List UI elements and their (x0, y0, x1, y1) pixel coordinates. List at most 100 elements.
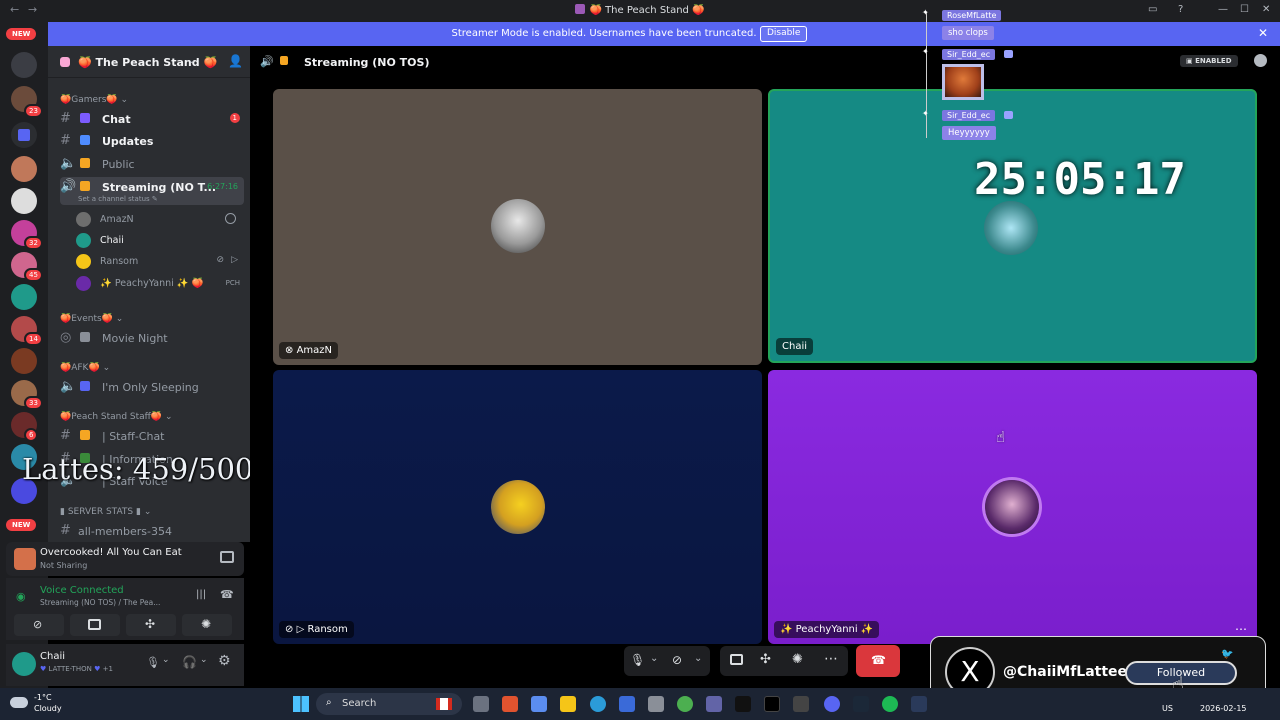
activity-panel: Overcooked! All You Can Eat Not Sharing (6, 542, 244, 576)
app-icon[interactable] (502, 696, 518, 712)
share-screen-icon[interactable] (220, 551, 234, 563)
category-stats[interactable]: ▮ SERVER STATS ▮ ⌄ (60, 507, 151, 517)
chat-message: Heyyyyyy (942, 126, 996, 140)
window-close-icon[interactable]: ✕ (1262, 4, 1270, 15)
channel-streaming[interactable]: 🔊 Streaming (NO T... 6:27:16 Set a chann… (60, 177, 244, 205)
voice-user-name: Ransom (100, 256, 139, 267)
channel-label: I'm Only Sleeping (102, 381, 199, 394)
server-icon[interactable] (11, 284, 37, 310)
voice-user[interactable]: ✨ PeachyYanni ✨ 🍑 PCH (76, 274, 244, 294)
minimize-icon[interactable]: — (1218, 4, 1228, 15)
participant-tile[interactable]: ✨ PeachyYanni ✨ ⋯ (768, 370, 1257, 644)
guild-header[interactable]: 🍑 The Peach Stand 🍑 ⌄ 👤 (48, 46, 250, 78)
vscode-icon[interactable] (619, 696, 635, 712)
hash-icon: # (60, 133, 71, 148)
channel-status-prompt[interactable]: Set a channel status ✎ (78, 195, 158, 203)
participant-tile[interactable]: ⊗ AmazN (273, 89, 762, 365)
chrome-icon[interactable] (677, 696, 693, 712)
twitter-bird-icon: 🐦 (1221, 649, 1234, 660)
chevron-down-icon: ⌄ (115, 314, 124, 324)
chevron-down-icon[interactable]: ⌄ (694, 653, 702, 664)
channel-chat[interactable]: # Chat 1 (60, 109, 244, 129)
maximize-icon[interactable]: ☐ (1240, 4, 1249, 15)
steam-icon[interactable] (853, 696, 869, 712)
more-options-icon[interactable]: ⋯ (1235, 622, 1247, 636)
server-icon[interactable] (11, 156, 37, 182)
settings-gear-icon[interactable]: ⚙ (218, 653, 231, 669)
store-icon[interactable] (648, 696, 664, 712)
disconnect-icon[interactable]: ☎ (220, 588, 234, 601)
add-member-icon[interactable]: 👤 (228, 54, 243, 68)
channel-movie-night[interactable]: ◎ Movie Night (60, 328, 244, 348)
chat-bubble-icon[interactable] (1254, 54, 1267, 67)
channel-label: Chat (102, 113, 131, 126)
disable-streamer-button[interactable]: Disable (760, 26, 808, 42)
app-icon[interactable] (531, 696, 547, 712)
inbox-icon[interactable]: ▭ (1148, 4, 1157, 15)
windows-start-icon[interactable] (293, 696, 309, 712)
participant-name-tag: ✨ PeachyYanni ✨ (774, 621, 880, 638)
language-indicator[interactable]: US (1162, 704, 1173, 713)
category-gamers[interactable]: 🍑Gamers🍑 ⌄ (60, 95, 128, 105)
server-icon[interactable] (11, 188, 37, 214)
channel-updates[interactable]: # Updates (60, 131, 244, 151)
microphone-icon[interactable]: 🎙 (630, 653, 645, 667)
channel-staff-chat[interactable]: # | Staff-Chat (60, 426, 244, 446)
voice-user-name: Chaii (100, 235, 124, 246)
voice-user[interactable]: Ransom ⊘ ▷ (76, 252, 244, 272)
banner-close-icon[interactable]: ✕ (1258, 26, 1268, 40)
server-icon[interactable] (11, 348, 37, 374)
server-icon[interactable] (11, 52, 37, 78)
more-options-icon[interactable]: ⋯ (824, 651, 838, 667)
teams-icon[interactable] (706, 696, 722, 712)
leave-call-button[interactable]: ☎ (856, 645, 900, 677)
camera-off-icon[interactable]: ⊘ (672, 653, 682, 667)
channel-label: all-members-354 (78, 525, 172, 538)
camera-off-button[interactable]: ⊘ (14, 614, 64, 636)
soundboard-button[interactable]: ✺ (182, 614, 232, 636)
peach-icon: 🍑 (101, 314, 113, 324)
soundboard-icon[interactable]: ||| (196, 589, 206, 600)
edge-icon[interactable] (590, 696, 606, 712)
spotify-icon[interactable] (882, 696, 898, 712)
category-staff[interactable]: 🍑Peach Stand Staff🍑 ⌄ (60, 412, 173, 422)
screen-share-button[interactable] (70, 614, 120, 636)
heart-icon: ♥ (94, 665, 101, 673)
guild-name: The Peach Stand (95, 56, 200, 69)
taskbar-search[interactable]: ⌕ Search (316, 693, 462, 715)
channel-public[interactable]: 🔈 Public (60, 154, 244, 174)
lock-open-icon (80, 158, 90, 168)
folder-icon[interactable] (11, 122, 37, 148)
channel-status-text: Set a channel status (78, 195, 150, 203)
voice-user[interactable]: AmazN (76, 210, 244, 230)
task-view-icon[interactable] (473, 696, 489, 712)
avatar[interactable] (12, 652, 36, 676)
activities-button[interactable]: ✣ (126, 614, 176, 636)
app-icon[interactable] (793, 696, 809, 712)
chevron-down-icon[interactable]: ⌄ (650, 653, 658, 664)
chevron-down-icon[interactable]: ⌄ (162, 655, 170, 665)
headphones-icon[interactable]: 🎧 (182, 655, 197, 669)
avatar (76, 233, 91, 248)
participant-tile[interactable]: ⊘ ▷ Ransom (273, 370, 762, 644)
channel-label: Public (102, 158, 135, 171)
activities-icon[interactable]: ✣ (760, 652, 771, 667)
app-icon[interactable] (911, 696, 927, 712)
voice-user[interactable]: Chaii (76, 231, 244, 251)
chevron-down-icon[interactable]: ⌄ (200, 655, 208, 665)
microphone-icon[interactable]: 🎙 (146, 656, 160, 669)
file-explorer-icon[interactable] (560, 696, 576, 712)
discord-icon[interactable] (824, 696, 840, 712)
latte-counter-overlay: Lattes: 459/500 (22, 452, 254, 486)
enabled-label: ENABLED (1195, 57, 1232, 65)
channel-all-members[interactable]: # all-members-354 (60, 521, 244, 541)
tiktok-icon[interactable] (764, 696, 780, 712)
app-icon[interactable] (735, 696, 751, 712)
category-events[interactable]: 🍑Events🍑 ⌄ (60, 314, 123, 324)
screen-share-icon[interactable] (730, 654, 743, 665)
category-label: Events (71, 314, 102, 324)
soundboard-icon[interactable]: ✺ (792, 652, 803, 667)
channel-sleeping[interactable]: 🔈 I'm Only Sleeping (60, 377, 244, 397)
category-afk[interactable]: 🍑AFK🍑 ⌄ (60, 363, 110, 373)
help-icon[interactable]: ? (1178, 4, 1183, 15)
